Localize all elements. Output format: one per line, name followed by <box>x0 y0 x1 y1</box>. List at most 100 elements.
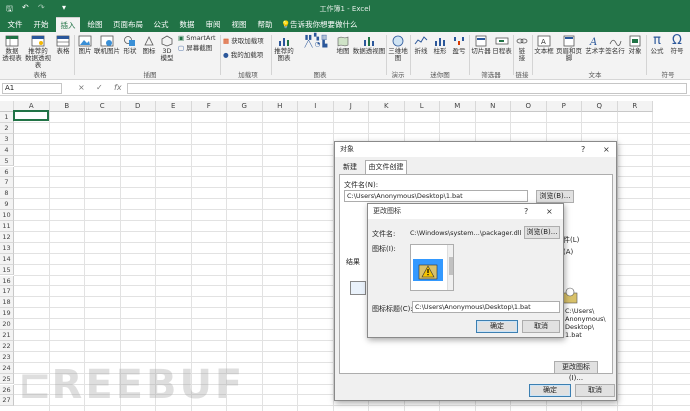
cancel-icon[interactable]: × <box>78 83 85 92</box>
sparkline-column-button[interactable]: 柱形 <box>431 35 449 55</box>
row-header[interactable]: 12 <box>0 231 14 243</box>
pivot-chart-button[interactable]: 数据透视图 <box>352 35 386 55</box>
row-header[interactable]: 11 <box>0 221 14 232</box>
column-header[interactable]: P <box>546 101 582 112</box>
row-header[interactable]: 16 <box>0 275 14 287</box>
pivot-table-button[interactable]: 数据 透视表 <box>2 35 22 62</box>
row-header[interactable]: 1 <box>0 112 14 123</box>
row-header[interactable]: 5 <box>0 155 14 167</box>
row-header[interactable]: 4 <box>0 144 14 156</box>
screenshot-button[interactable]: ▢ 屏幕截图 <box>178 45 220 52</box>
signature-line-button[interactable]: 签名行 <box>605 35 625 55</box>
icon-browse-button[interactable]: 浏览(B)... <box>524 226 560 239</box>
row-header[interactable]: 13 <box>0 242 14 254</box>
row-header[interactable]: 22 <box>0 340 14 352</box>
tab-create-new[interactable]: 新建 <box>339 161 361 174</box>
picture-button[interactable]: 图片 <box>77 35 93 55</box>
line-chart-icon[interactable]: ╱╲ <box>305 40 313 48</box>
row-header[interactable]: 17 <box>0 286 14 298</box>
row-header[interactable]: 25 <box>0 373 14 385</box>
row-header[interactable]: 21 <box>0 330 14 341</box>
tab-draw[interactable]: 绘图 <box>84 17 106 32</box>
online-picture-button[interactable]: 联机图片 <box>94 35 120 55</box>
link-button[interactable]: 链 接 <box>515 35 529 62</box>
row-header[interactable]: 19 <box>0 308 14 320</box>
chart-types-grid[interactable]: ▮▮ ▚ ▥ ╱╲ ◔ ▙ <box>297 34 335 48</box>
tab-home[interactable]: 开始 <box>30 17 52 32</box>
tab-review[interactable]: 审阅 <box>202 17 224 32</box>
tab-help[interactable]: 帮助 <box>254 17 276 32</box>
change-icon-button[interactable]: 更改图标(I)... <box>554 361 598 382</box>
sparkline-winloss-button[interactable]: 盈亏 <box>450 35 468 55</box>
wordart-button[interactable]: A 艺术字 <box>585 35 605 55</box>
my-addins-button[interactable]: ● 我的加载项 <box>223 52 271 59</box>
tab-formulas[interactable]: 公式 <box>150 17 172 32</box>
fx-icon[interactable]: fx <box>114 83 122 92</box>
icon-ok-button[interactable]: 确定 <box>476 320 518 333</box>
selected-icon-item[interactable] <box>413 259 443 281</box>
column-header[interactable]: C <box>85 101 121 112</box>
active-cell[interactable] <box>13 110 49 121</box>
column-header[interactable]: O <box>511 101 547 112</box>
ok-button[interactable]: 确定 <box>529 384 571 397</box>
smartart-button[interactable]: ▣ SmartArt <box>178 35 220 42</box>
header-footer-button[interactable]: 页眉和页脚 <box>555 35 583 62</box>
column-header[interactable]: Q <box>582 101 618 112</box>
row-header[interactable]: 10 <box>0 210 14 221</box>
row-header[interactable]: 2 <box>0 122 14 134</box>
cancel-button[interactable]: 取消 <box>575 384 615 397</box>
column-header[interactable]: J <box>333 101 369 112</box>
recommended-charts-button[interactable]: 推荐的 图表 <box>273 35 295 62</box>
combo-chart-icon[interactable]: ▙ <box>322 40 327 48</box>
enter-icon[interactable]: ✓ <box>96 83 103 92</box>
column-header[interactable]: D <box>120 101 156 112</box>
row-header[interactable]: 15 <box>0 264 14 276</box>
tab-view[interactable]: 视图 <box>228 17 250 32</box>
column-header[interactable]: K <box>369 101 405 112</box>
row-header[interactable]: 14 <box>0 253 14 265</box>
3d-model-button[interactable]: 3D 模型 <box>159 35 175 62</box>
row-header[interactable]: 27 <box>0 395 14 407</box>
close-icon[interactable]: × <box>546 204 553 219</box>
shapes-button[interactable]: 形状 <box>121 35 139 55</box>
recommended-pivot-button[interactable]: 推荐的 数据透视表 <box>24 35 52 69</box>
icon-caption-field[interactable]: C:\Users\Anonymous\Desktop\1.bat <box>412 301 560 313</box>
name-box[interactable]: A1 <box>2 83 62 94</box>
column-header[interactable]: E <box>156 101 192 112</box>
row-header[interactable]: 6 <box>0 166 14 178</box>
row-header[interactable]: 9 <box>0 199 14 211</box>
column-header[interactable]: G <box>227 101 263 112</box>
textbox-button[interactable]: A 文本框 <box>534 35 554 55</box>
filename-field[interactable]: C:\Users\Anonymous\Desktop\1.bat <box>344 190 528 202</box>
object-button[interactable]: 对象 <box>626 35 644 55</box>
select-all-corner[interactable] <box>0 101 14 112</box>
timeline-button[interactable]: 日程表 <box>492 35 512 55</box>
row-header[interactable]: 18 <box>0 297 14 309</box>
browse-button[interactable]: 浏览(B)... <box>536 190 574 203</box>
column-header[interactable]: R <box>617 101 653 112</box>
tab-file[interactable]: 文件 <box>4 17 26 32</box>
icon-cancel-button[interactable]: 取消 <box>522 320 560 333</box>
tab-insert[interactable]: 插入 <box>56 17 80 32</box>
row-header[interactable]: 24 <box>0 362 14 374</box>
row-header[interactable]: 8 <box>0 188 14 200</box>
column-header[interactable]: L <box>404 101 440 112</box>
column-header[interactable]: N <box>475 101 511 112</box>
help-icon[interactable]: ? <box>524 204 528 219</box>
column-header[interactable]: H <box>262 101 298 112</box>
column-header[interactable]: F <box>191 101 227 112</box>
row-header[interactable]: 3 <box>0 133 14 145</box>
tab-data[interactable]: 数据 <box>176 17 198 32</box>
tell-me-search[interactable]: 告诉我你想要做什么 <box>290 17 358 32</box>
pie-chart-icon[interactable]: ◔ <box>315 40 321 48</box>
help-icon[interactable]: ? <box>581 142 585 157</box>
row-header[interactable]: 26 <box>0 384 14 396</box>
row-header[interactable]: 7 <box>0 177 14 189</box>
formula-input[interactable] <box>127 83 687 94</box>
tab-page-layout[interactable]: 页面布局 <box>110 17 146 32</box>
3d-map-button[interactable]: 三维地 图 <box>388 35 408 62</box>
column-header[interactable]: B <box>49 101 85 112</box>
maps-button[interactable]: 地图 <box>335 35 351 55</box>
icons-button[interactable]: 图标 <box>141 35 157 55</box>
symbol-button[interactable]: Ω 符号 <box>668 34 686 55</box>
